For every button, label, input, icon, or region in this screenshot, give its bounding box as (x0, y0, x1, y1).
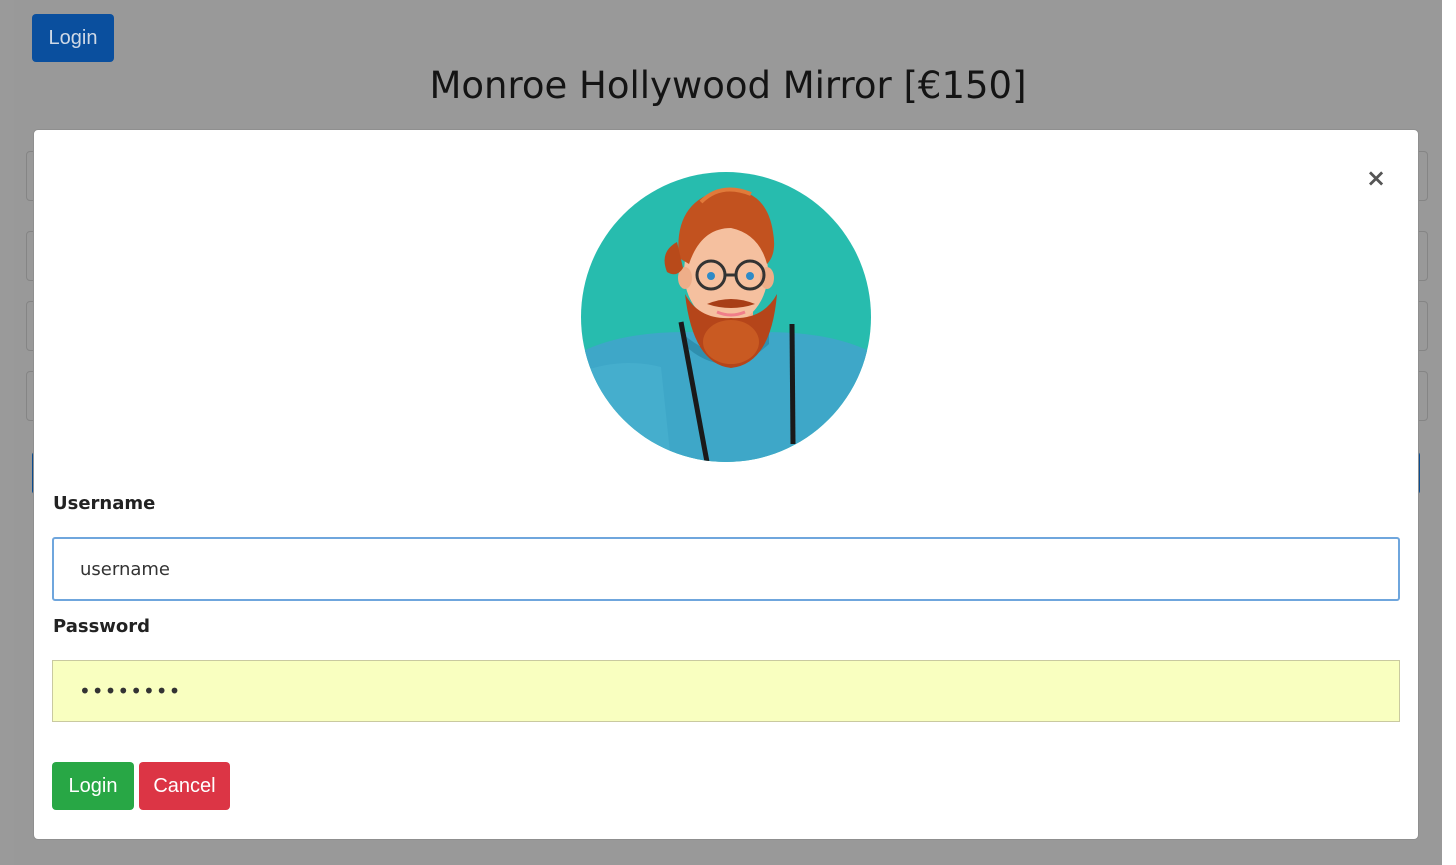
username-label: Username (53, 493, 156, 514)
password-label: Password (53, 616, 151, 637)
header-login-button[interactable]: Login (32, 14, 114, 62)
bearded-man-avatar-icon (581, 172, 871, 462)
password-input[interactable] (52, 660, 1400, 722)
cancel-button[interactable]: Cancel (139, 762, 230, 810)
page-edge (1442, 0, 1456, 865)
username-input[interactable] (52, 537, 1400, 601)
page-title: Monroe Hollywood Mirror [€150] (429, 64, 1027, 107)
close-icon[interactable]: × (1358, 160, 1394, 196)
login-modal: × Username username Password •••••••• Lo… (33, 129, 1419, 840)
login-button[interactable]: Login (52, 762, 134, 810)
